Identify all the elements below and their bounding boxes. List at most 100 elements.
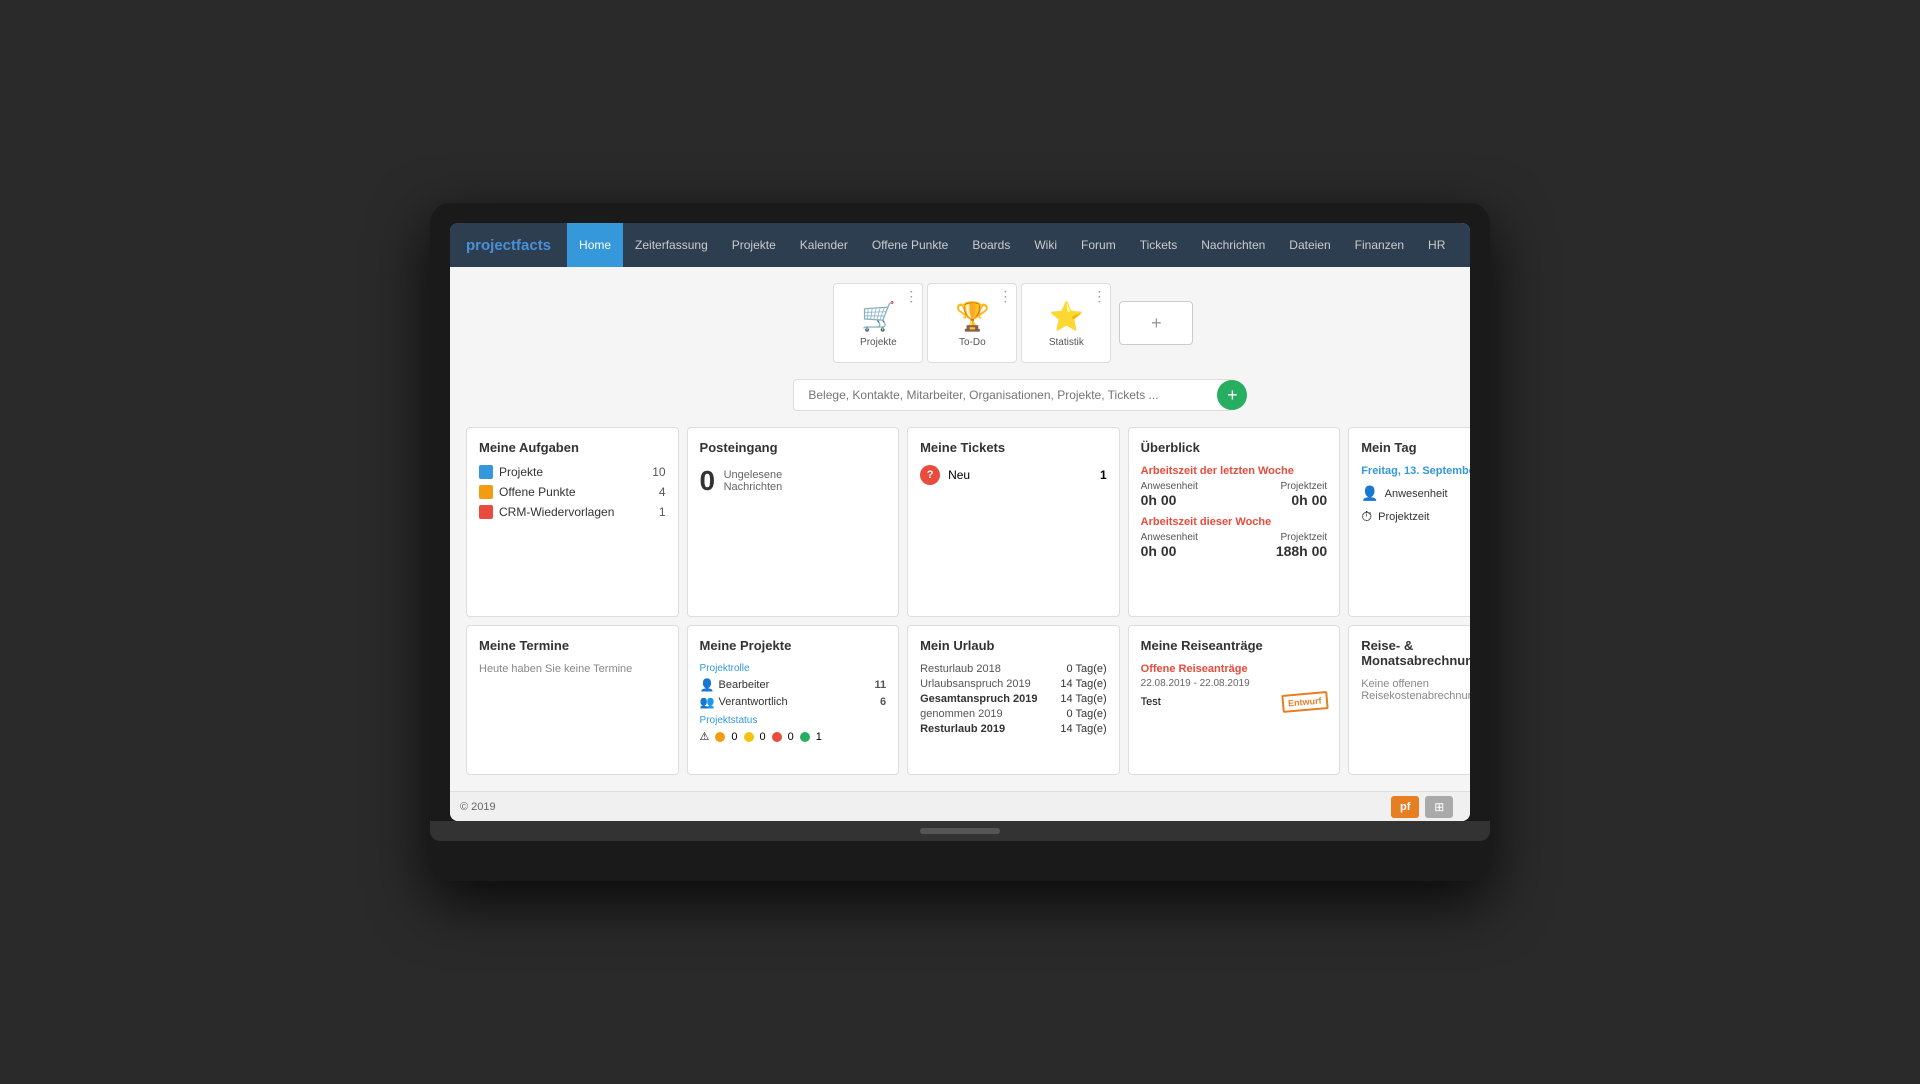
task-offenepunkte-label: Offene Punkte: [499, 485, 576, 499]
widget-row: ⋮ 🛒 Projekte ⋮ 🏆 To-Do ⋮ ⭐ Statistik: [466, 283, 1470, 363]
task-projekte-dot: [479, 465, 493, 479]
card-meine-reiseantraege: Meine Reiseanträge Offene Reiseanträge 2…: [1128, 625, 1341, 775]
card-mein-tag: Mein Tag Freitag, 13. September 2019 👤 A…: [1348, 427, 1470, 617]
uberblick-diese-anwesenheit-value: 0h 00: [1141, 543, 1198, 559]
task-crm-count: 1: [659, 505, 666, 519]
nav-home[interactable]: Home: [567, 223, 623, 267]
bearbeiter-label: Bearbeiter: [719, 679, 871, 691]
card-mein-urlaub-title: Mein Urlaub: [920, 638, 1107, 653]
verantwortlich-count: 6: [880, 696, 886, 708]
nav-boards[interactable]: Boards: [960, 223, 1022, 267]
urlaub-anspruch2019: Urlaubsanspruch 2019 14 Tag(e): [920, 678, 1107, 690]
uberblick-letzte-projektzeit-value: 0h 00: [1281, 492, 1328, 508]
urlaub-gesamt2019: Gesamtanspruch 2019 14 Tag(e): [920, 693, 1107, 705]
projekt-rolle-title: Projektrolle: [700, 663, 887, 674]
card-meine-termine: Meine Termine Heute haben Sie keine Term…: [466, 625, 679, 775]
widget-todo-menu[interactable]: ⋮: [998, 288, 1012, 305]
status-red-dot: [772, 732, 782, 742]
projekt-verantwortlich[interactable]: 👥 Verantwortlich 6: [700, 695, 887, 709]
task-offenepunkte-count: 4: [659, 485, 666, 499]
ticket-neu-icon: ?: [920, 465, 940, 485]
entwurf-badge: Entwurf: [1281, 691, 1328, 713]
verantwortlich-icon: 👥: [700, 695, 715, 709]
nav-tickets[interactable]: Tickets: [1128, 223, 1190, 267]
nav-offenepunkte[interactable]: Offene Punkte: [860, 223, 961, 267]
uberblick-letzte-anwesenheit-value: 0h 00: [1141, 492, 1198, 508]
search-bar: +: [793, 379, 1233, 411]
nav-dateien[interactable]: Dateien: [1277, 223, 1342, 267]
footer-btn-orange[interactable]: pf: [1391, 796, 1419, 818]
urlaub-gesamt2019-value: 14 Tag(e): [1060, 693, 1106, 705]
nav-projekte[interactable]: Projekte: [720, 223, 788, 267]
card-mein-urlaub: Mein Urlaub Resturlaub 2018 0 Tag(e) Url…: [907, 625, 1120, 775]
task-offenepunkte[interactable]: Offene Punkte 4: [479, 485, 666, 499]
status-warning-icon: ⚠: [700, 730, 710, 743]
urlaub-anspruch2019-label: Urlaubsanspruch 2019: [920, 678, 1031, 690]
ticket-neu-label: Neu: [948, 468, 970, 482]
task-projekte[interactable]: Projekte 10: [479, 465, 666, 479]
logo-text: projectfacts: [466, 237, 551, 254]
task-projekte-label: Projekte: [499, 465, 543, 479]
widget-projekte[interactable]: ⋮ 🛒 Projekte: [833, 283, 923, 363]
widget-statistik-icon: ⭐: [1049, 300, 1084, 333]
nav-kalender[interactable]: Kalender: [788, 223, 860, 267]
nav-forum[interactable]: Forum: [1069, 223, 1128, 267]
card-posteingang: Posteingang 0 UngeleseneNachrichten: [687, 427, 900, 617]
widget-projekte-icon: 🛒: [861, 300, 896, 333]
plus-icon: +: [1151, 313, 1162, 334]
posteingang-content: 0 UngeleseneNachrichten: [700, 465, 887, 497]
uberblick-diese-projektzeit-label: Projektzeit: [1276, 532, 1327, 543]
widget-statistik[interactable]: ⋮ ⭐ Statistik: [1021, 283, 1111, 363]
pf-icon: pf: [1400, 801, 1410, 813]
footer-btn-dot[interactable]: ●: [1459, 796, 1470, 818]
search-input[interactable]: [793, 379, 1233, 411]
uberblick-diese-woche-title: Arbeitszeit dieser Woche: [1141, 516, 1328, 528]
posteingang-label: UngeleseneNachrichten: [724, 469, 783, 493]
widget-statistik-menu[interactable]: ⋮: [1092, 288, 1106, 305]
search-add-button[interactable]: +: [1217, 380, 1247, 410]
card-meine-reiseantraege-title: Meine Reiseanträge: [1141, 638, 1328, 653]
nav-finanzen[interactable]: Finanzen: [1343, 223, 1416, 267]
widget-todo-icon: 🏆: [955, 300, 990, 333]
task-offenepunkte-dot: [479, 485, 493, 499]
nav-crm[interactable]: CRM: [1457, 223, 1470, 267]
mein-tag-date: Freitag, 13. September 2019: [1361, 465, 1470, 477]
urlaub-resturlaub2018: Resturlaub 2018 0 Tag(e): [920, 663, 1107, 675]
footer-bar: © 2019 pf ⊞ ● ⌨ 0h:: [450, 791, 1470, 821]
urlaub-anspruch2019-value: 14 Tag(e): [1060, 678, 1106, 690]
card-meine-aufgaben: Meine Aufgaben Projekte 10 Offene Punkte…: [466, 427, 679, 617]
uberblick-letzte-woche: Arbeitszeit der letzten Woche Anwesenhei…: [1141, 465, 1328, 508]
urlaub-rest2019-value: 14 Tag(e): [1060, 723, 1106, 735]
dashboard-grid-row2: Meine Termine Heute haben Sie keine Term…: [466, 625, 1470, 775]
card-meine-termine-title: Meine Termine: [479, 638, 666, 653]
uberblick-diese-woche: Arbeitszeit dieser Woche Anwesenheit 0h …: [1141, 516, 1328, 559]
card-uberblick: Überblick Arbeitszeit der letzten Woche …: [1128, 427, 1341, 617]
projektzeit-label: Projektzeit: [1378, 511, 1470, 523]
widget-todo[interactable]: ⋮ 🏆 To-Do: [927, 283, 1017, 363]
anwesenheit-icon: 👤: [1361, 485, 1378, 502]
urlaub-resturlaub2018-label: Resturlaub 2018: [920, 663, 1001, 675]
card-uberblick-title: Überblick: [1141, 440, 1328, 455]
reise-item-name: Test: [1141, 696, 1161, 708]
widget-add-button[interactable]: +: [1119, 301, 1193, 345]
urlaub-rest2019: Resturlaub 2019 14 Tag(e): [920, 723, 1107, 735]
projekt-bearbeiter[interactable]: 👤 Bearbeiter 11: [700, 678, 887, 692]
widget-projekte-menu[interactable]: ⋮: [904, 288, 918, 305]
card-reise-monat: Reise- & Monatsabrechnungen Keine offene…: [1348, 625, 1470, 775]
projekt-status-title: Projektstatus: [700, 715, 887, 726]
nav-hr[interactable]: HR: [1416, 223, 1457, 267]
bearbeiter-count: 11: [874, 679, 886, 691]
urlaub-genommen2019-value: 0 Tag(e): [1066, 708, 1106, 720]
navbar: projectfacts Home Zeiterfassung Projekte…: [450, 223, 1470, 267]
reise-item-test[interactable]: Test Entwurf: [1141, 693, 1328, 711]
card-meine-tickets-title: Meine Tickets: [920, 440, 1107, 455]
task-crm[interactable]: CRM-Wiedervorlagen 1: [479, 505, 666, 519]
widget-todo-label: To-Do: [959, 337, 986, 348]
footer-btn-grid[interactable]: ⊞: [1425, 796, 1453, 818]
nav-zeiterfassung[interactable]: Zeiterfassung: [623, 223, 720, 267]
logo[interactable]: projectfacts: [450, 223, 567, 267]
nav-nachrichten[interactable]: Nachrichten: [1189, 223, 1277, 267]
ticket-neu-row[interactable]: ? Neu 1: [920, 465, 1107, 485]
uberblick-diese-projektzeit-value: 188h 00: [1276, 543, 1327, 559]
nav-wiki[interactable]: Wiki: [1022, 223, 1069, 267]
